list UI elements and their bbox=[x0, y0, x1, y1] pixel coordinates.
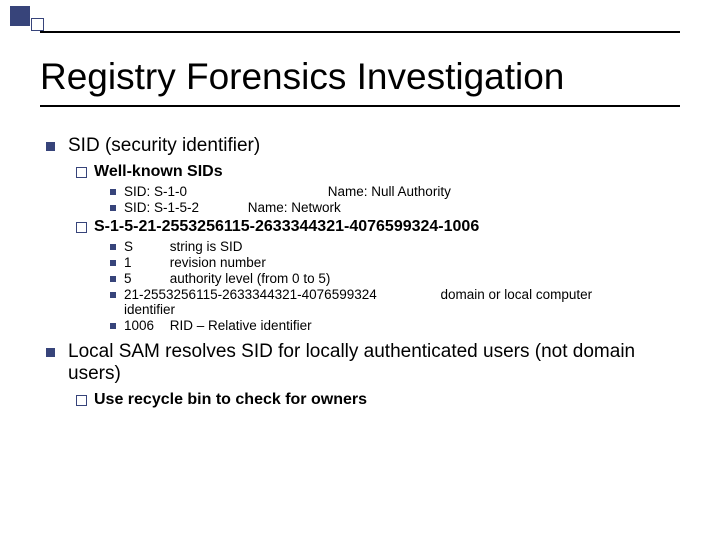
part-key: 21-2553256115-2633344321-4076599324 bbox=[124, 287, 377, 302]
sid-row-1: SID: S-1-0 Name: Null Authority bbox=[40, 184, 690, 199]
part-desc-b: identifier bbox=[124, 302, 175, 317]
part-key: 1006 bbox=[124, 318, 166, 333]
small-square-bullet-icon bbox=[110, 260, 116, 266]
part-desc: string is SID bbox=[170, 239, 243, 254]
sid-part-1: S string is SID bbox=[40, 239, 690, 254]
sid-name: Name: Null Authority bbox=[328, 184, 451, 199]
small-square-bullet-icon bbox=[110, 205, 116, 211]
title-divider bbox=[40, 105, 680, 107]
hollow-square-bullet-icon bbox=[76, 222, 87, 233]
small-square-bullet-icon bbox=[110, 276, 116, 282]
hollow-square-bullet-icon bbox=[76, 395, 87, 406]
sid-part-4: 21-2553256115-2633344321-4076599324 doma… bbox=[40, 287, 690, 317]
small-square-bullet-icon bbox=[110, 244, 116, 250]
small-square-bullet-icon bbox=[110, 323, 116, 329]
part-key: S bbox=[124, 239, 166, 254]
sid-part-5: 1006 RID – Relative identifier bbox=[40, 318, 690, 333]
slide-decoration bbox=[10, 6, 47, 31]
part-desc: revision number bbox=[170, 255, 266, 270]
part-key: 5 bbox=[124, 271, 166, 286]
square-bullet-icon bbox=[46, 348, 55, 357]
part-key: 1 bbox=[124, 255, 166, 270]
slide-title: Registry Forensics Investigation bbox=[40, 56, 564, 98]
sid-row-2: SID: S-1-5-2 Name: Network bbox=[40, 200, 690, 215]
part-desc: authority level (from 0 to 5) bbox=[170, 271, 331, 286]
top-divider bbox=[40, 31, 680, 33]
small-square-bullet-icon bbox=[110, 189, 116, 195]
small-square-bullet-icon bbox=[110, 292, 116, 298]
part-desc: RID – Relative identifier bbox=[170, 318, 312, 333]
sub-text: S-1-5-21-2553256115-2633344321-407659932… bbox=[94, 218, 479, 235]
decor-box-outline bbox=[31, 18, 44, 31]
sub-text: Well-known SIDs bbox=[94, 163, 223, 180]
sub-example-sid: S-1-5-21-2553256115-2633344321-407659932… bbox=[40, 218, 690, 236]
bullet-text: SID (security identifier) bbox=[68, 135, 260, 156]
sid-key: SID: S-1-0 bbox=[124, 184, 234, 199]
sub-text: Use recycle bin to check for owners bbox=[94, 391, 367, 408]
sid-name: Name: Network bbox=[248, 200, 341, 215]
sid-key: SID: S-1-5-2 bbox=[124, 200, 234, 215]
slide-body: SID (security identifier) Well-known SID… bbox=[40, 135, 690, 412]
bullet-localsam: Local SAM resolves SID for locally authe… bbox=[40, 341, 690, 385]
decor-box-filled bbox=[10, 6, 30, 26]
sid-part-2: 1 revision number bbox=[40, 255, 690, 270]
square-bullet-icon bbox=[46, 142, 55, 151]
bullet-sid: SID (security identifier) bbox=[40, 135, 690, 157]
bullet-text: Local SAM resolves SID for locally authe… bbox=[68, 341, 635, 384]
part-desc-a: domain or local computer bbox=[441, 287, 593, 302]
sid-part-3: 5 authority level (from 0 to 5) bbox=[40, 271, 690, 286]
hollow-square-bullet-icon bbox=[76, 167, 87, 178]
sub-wellknown: Well-known SIDs bbox=[40, 163, 690, 181]
sub-recycle: Use recycle bin to check for owners bbox=[40, 391, 690, 409]
